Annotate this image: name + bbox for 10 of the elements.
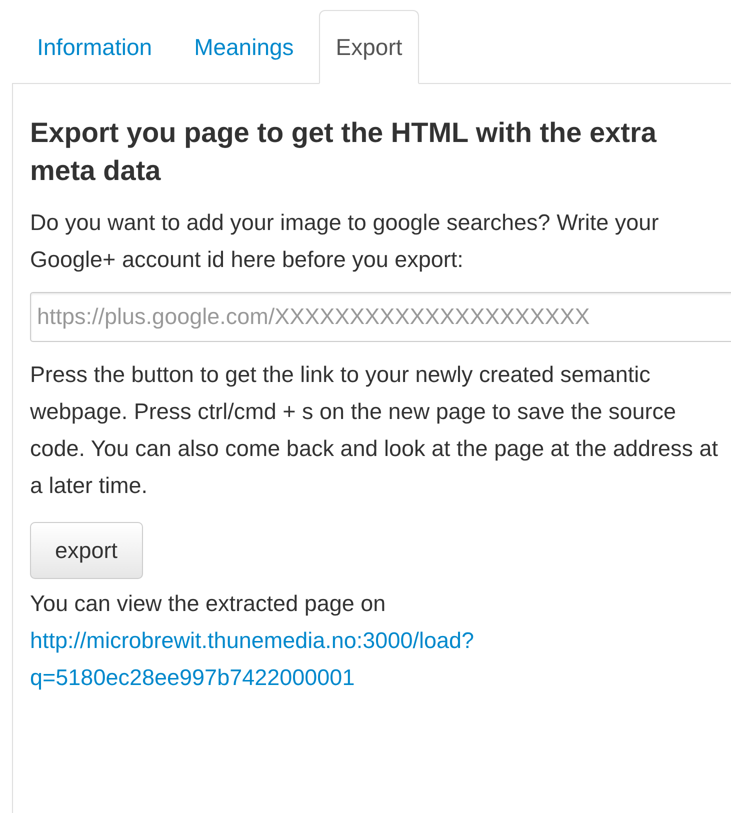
result-text: You can view the extracted page on [30,590,387,618]
tab[interactable]: Meanings [177,10,311,84]
instructions-text: Press the button to get the link to your newly created semantic webpage. Press ctrl/cmd + s on the new page to save the source code. You can also come back and look at the page at the address at a later time. [30,361,719,500]
tab[interactable]: Export [318,10,420,84]
export-button[interactable]: export [30,522,143,579]
result-link[interactable]: http://microbrewit.thunemedia.no:3000/load?q=5180ec28ee997b7422000001 [30,622,720,696]
account-id-field[interactable]: https://plus.google.com/XXXXXXXXXXXXXXXXXXXXX [30,292,731,342]
intro-text: Do you want to add your image to google searches? Write your Google+ account id here before you export: [30,209,660,274]
section-heading: Export you page to get the HTML with the extra meta data [30,116,658,188]
tab[interactable]: Information [20,10,170,84]
